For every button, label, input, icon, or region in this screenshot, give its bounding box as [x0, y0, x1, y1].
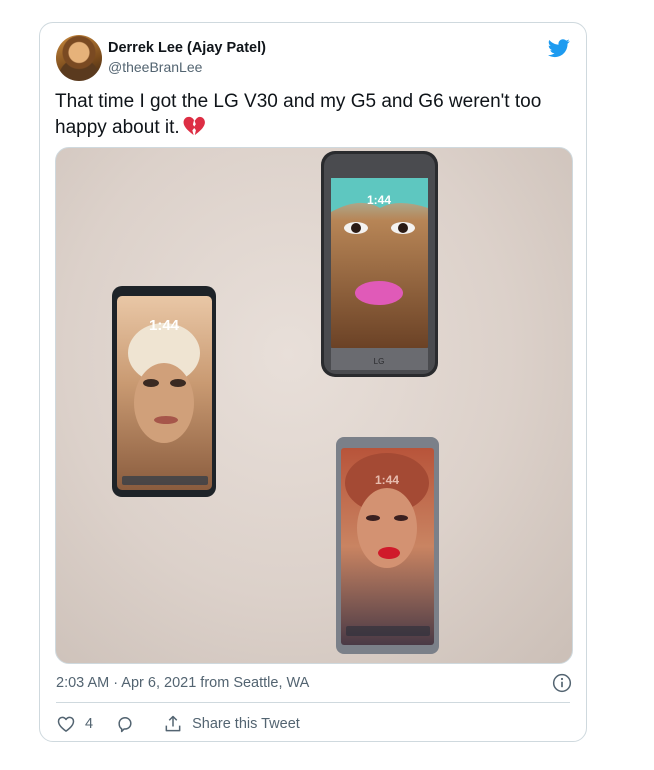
share-icon [165, 715, 181, 732]
tweet-actions: 4 Share this Tweet [56, 712, 300, 736]
phone-lg-g6: 1:44 [336, 437, 439, 654]
reply-button[interactable] [115, 714, 135, 734]
reply-icon [118, 717, 132, 733]
info-icon[interactable] [552, 673, 572, 693]
tweet-text: That time I got the LG V30 and my G5 and… [55, 89, 575, 141]
g5-clock: 1:44 [367, 193, 391, 207]
author-name[interactable]: Derrek Lee (Ajay Patel) [108, 40, 266, 56]
v30-clock: 1:44 [149, 317, 180, 334]
like-count: 4 [85, 716, 94, 732]
tweet-timestamp[interactable]: 2:03 AM · Apr 6, 2021 from Seattle, WA [56, 675, 309, 691]
phones-photo: 1:44 1:44 LG 1:44 [112, 151, 439, 654]
divider [56, 702, 570, 703]
tweet-photo[interactable]: 1:44 1:44 LG 1:44 [55, 147, 573, 664]
tweet-text-content: That time I got the LG V30 and my G5 and… [55, 91, 542, 138]
share-label: Share this Tweet [192, 716, 300, 732]
phone-lg-v30: 1:44 [112, 286, 216, 497]
svg-text:LG: LG [374, 357, 385, 366]
avatar[interactable] [56, 35, 102, 81]
g6-clock: 1:44 [375, 473, 399, 487]
broken-heart-icon [183, 116, 205, 136]
phone-lg-g5: 1:44 LG [321, 151, 438, 377]
heart-icon [57, 716, 75, 732]
twitter-bird-icon[interactable] [546, 37, 572, 59]
share-button[interactable]: Share this Tweet [163, 714, 300, 734]
tweet-card: Derrek Lee (Ajay Patel) @theeBranLee Tha… [39, 22, 587, 742]
author-handle[interactable]: @theeBranLee [108, 59, 202, 75]
like-button[interactable]: 4 [56, 714, 93, 734]
